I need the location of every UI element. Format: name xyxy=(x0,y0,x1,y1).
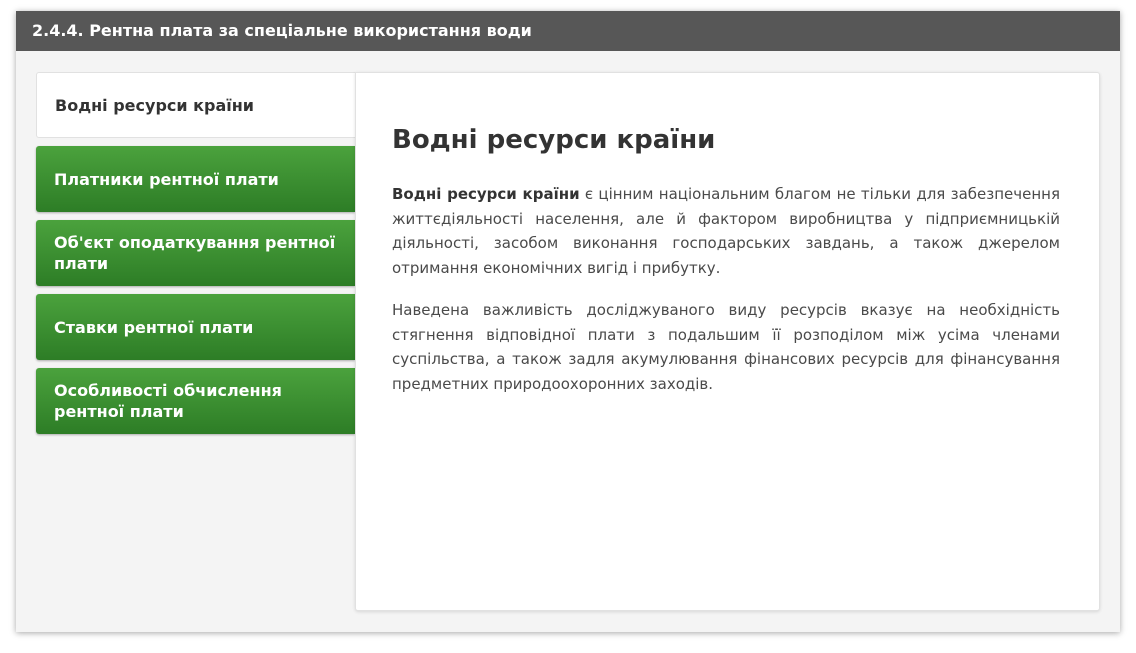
tab-label: Ставки рентної плати xyxy=(54,317,254,337)
paragraph-1-bold: Водні ресурси країни xyxy=(392,185,580,203)
lesson-window: 2.4.4. Рентна плата за спеціальне викори… xyxy=(16,11,1120,632)
paragraph-2: Наведена важливість досліджуваного виду … xyxy=(392,301,1060,393)
tab-label: Особливості обчислення рентної плати xyxy=(54,381,282,421)
tab-water-resources[interactable]: Водні ресурси країни xyxy=(36,72,376,138)
content-panel: Водні ресурси країни Водні ресурси країн… xyxy=(355,72,1100,611)
paragraph-1: Водні ресурси країни є цінним національн… xyxy=(392,182,1060,280)
tab-taxation-object[interactable]: Об'єкт оподаткування рентної плати xyxy=(36,220,355,286)
tab-list: Платники рентної плати Об'єкт оподаткува… xyxy=(36,146,355,442)
section-title: 2.4.4. Рентна плата за спеціальне викори… xyxy=(16,11,1120,51)
tab-label: Об'єкт оподаткування рентної плати xyxy=(54,233,336,273)
content-title: Водні ресурси країни xyxy=(392,125,716,155)
tab-rent-rates[interactable]: Ставки рентної плати xyxy=(36,294,355,360)
tab-rent-payers[interactable]: Платники рентної плати xyxy=(36,146,355,212)
tab-label: Платники рентної плати xyxy=(54,169,279,189)
tab-calculation-features[interactable]: Особливості обчислення рентної плати xyxy=(36,368,355,434)
